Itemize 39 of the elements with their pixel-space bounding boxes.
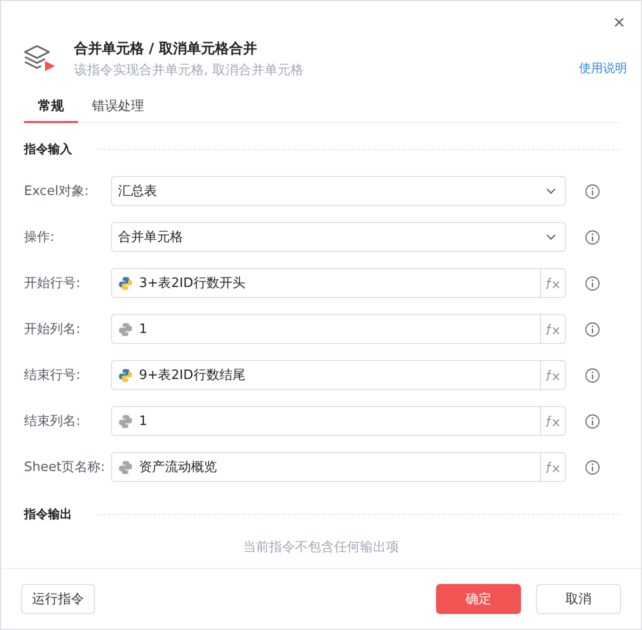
info-icon[interactable]: [585, 230, 600, 244]
field-label: 结束行号:: [24, 367, 82, 384]
layers-icon: [23, 44, 57, 74]
field-label: Sheet页名称:: [24, 459, 106, 476]
expression-field[interactable]: 9+表2ID行数结尾: [111, 360, 566, 390]
field-label: Excel对象:: [24, 183, 90, 200]
expression-field[interactable]: 1: [111, 406, 566, 436]
tab[interactable]: 错误处理: [78, 97, 158, 123]
dialog-subtitle: 该指令实现合并单元格, 取消合并单元格: [74, 62, 304, 78]
tab[interactable]: 常规: [24, 97, 78, 123]
section-title: 指令输出: [24, 506, 73, 523]
dropdown-field[interactable]: 汇总表: [111, 176, 566, 206]
cancel-button[interactable]: 取消: [536, 584, 621, 614]
chevron-down-icon: [546, 188, 556, 194]
info-icon[interactable]: [585, 322, 600, 336]
field-label: 结束列名:: [24, 413, 82, 430]
info-icon[interactable]: [585, 460, 600, 474]
chevron-down-icon: [546, 234, 556, 240]
field-label: 开始行号:: [24, 275, 82, 292]
info-icon[interactable]: [585, 368, 600, 382]
function-icon[interactable]: [545, 461, 561, 473]
expression-field[interactable]: 资产流动概览: [111, 452, 566, 482]
help-link[interactable]: 使用说明: [579, 60, 627, 77]
function-icon[interactable]: [545, 323, 561, 335]
info-icon[interactable]: [585, 276, 600, 290]
run-button[interactable]: 运行指令: [21, 584, 95, 614]
function-icon[interactable]: [545, 415, 561, 427]
dropdown-field[interactable]: 合并单元格: [111, 222, 566, 252]
expression-field[interactable]: 3+表2ID行数开头: [111, 268, 566, 298]
empty-output-text: 当前指令不包含任何输出项: [242, 539, 400, 556]
function-icon[interactable]: [545, 369, 561, 381]
expression-field[interactable]: 1: [111, 314, 566, 344]
info-icon[interactable]: [585, 414, 600, 428]
section-title: 指令输入: [24, 141, 73, 158]
dialog-title: 合并单元格 / 取消单元格合并: [74, 40, 258, 58]
field-label: 开始列名:: [24, 321, 82, 338]
function-icon[interactable]: [545, 277, 561, 289]
info-icon[interactable]: [585, 184, 600, 198]
field-label: 操作:: [24, 229, 56, 246]
